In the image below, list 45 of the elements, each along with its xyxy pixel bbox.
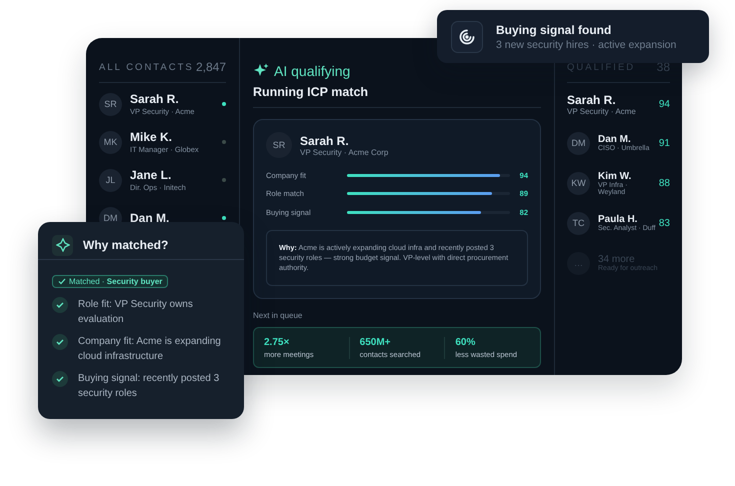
reason-text: Company fit: Acme is expanding cloud infrastructure <box>78 335 222 364</box>
notification-title: Buying signal found <box>496 22 612 36</box>
match-tag-text: Matched · Security buyer <box>69 277 162 286</box>
avatar: … <box>567 252 590 274</box>
avatar: DM <box>567 132 590 154</box>
check-icon <box>58 278 66 285</box>
check-icon <box>52 297 68 313</box>
match-score: 91 <box>658 138 670 148</box>
contact-name: 34 more <box>598 254 635 265</box>
stat-value: 60% <box>455 336 476 348</box>
qualified-row[interactable]: Sarah R. VP Security · Acme 94 <box>567 87 670 121</box>
check-icon <box>52 371 68 387</box>
contact-name: Sarah R. <box>567 92 617 106</box>
stat-value: 2.75× <box>264 336 290 348</box>
avatar: JL <box>99 168 122 192</box>
card-title: Why matched? <box>83 238 168 252</box>
contact-name: Mike K. <box>130 130 174 144</box>
section-title: Running ICP match <box>253 85 370 99</box>
reason-text: Role fit: VP Security owns evaluation <box>78 298 194 327</box>
contact-name: Kim W. <box>598 170 632 182</box>
avatar: KW <box>567 172 590 194</box>
queue-label: Next in queue <box>253 310 304 320</box>
stat-value: 650M+ <box>360 336 392 348</box>
contact-name: Paula H. <box>598 214 638 225</box>
match-score: 88 <box>658 178 670 188</box>
avatar: SR <box>266 132 292 158</box>
avatar: TC <box>567 212 590 234</box>
notification-subtitle: 3 new security hires · active expansion <box>496 38 676 50</box>
contact-name: Sarah R. <box>130 92 180 106</box>
reason-text: Buying signal: recently posted 3 security roles <box>78 372 220 401</box>
avatar: MK <box>99 130 122 154</box>
contact-role: VP Security · Acme Corp <box>300 148 388 156</box>
match-score: 94 <box>658 98 670 110</box>
contact-role: VP Security · Acme <box>567 106 637 116</box>
contact-name: Sarah R. <box>300 134 350 148</box>
contact-name: Jane L. <box>130 168 172 182</box>
check-icon <box>52 334 68 350</box>
contact-name: Dan M. <box>130 211 170 225</box>
contact-count: 2,847 <box>196 60 226 74</box>
avatar: SR <box>99 92 122 116</box>
column-title: ALL CONTACTS <box>99 62 194 72</box>
match-score: 83 <box>658 218 670 228</box>
contact-name: Dan M. <box>598 134 631 145</box>
ai-label: AI qualifying <box>274 63 350 79</box>
signal-icon <box>458 28 476 46</box>
